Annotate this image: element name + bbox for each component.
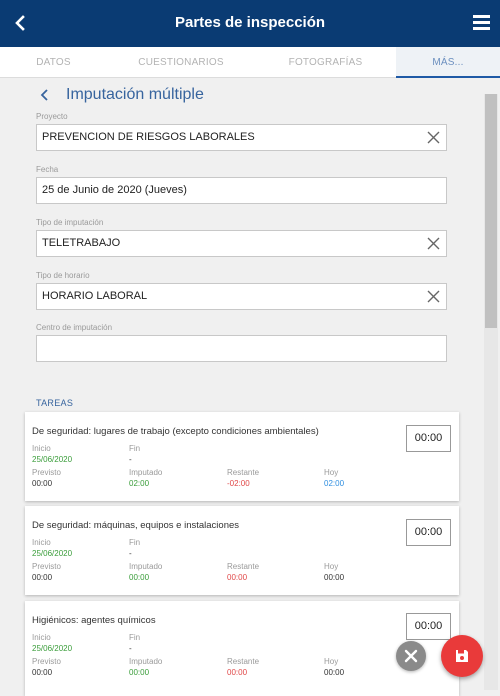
scrollbar[interactable] — [484, 94, 498, 690]
clear-icon[interactable] — [427, 237, 440, 250]
tab-mas[interactable]: MÁS... — [396, 47, 500, 78]
fin-value: - — [129, 549, 132, 558]
back-chevron-icon[interactable] — [40, 89, 50, 101]
inicio-value: 25/06/2020 — [32, 549, 73, 558]
hoy-label: Hoy — [324, 657, 339, 666]
app-title: Partes de inspección — [174, 14, 326, 31]
scrollbar-thumb[interactable] — [485, 94, 497, 328]
task-card[interactable]: De seguridad: máquinas, equipos e instal… — [25, 506, 459, 595]
fin-label: Fin — [129, 633, 141, 642]
clear-icon[interactable] — [427, 131, 440, 144]
task-card[interactable]: Higiénicos: agentes químicos 00:00 Inici… — [25, 601, 459, 696]
centro-label: Centro de imputación — [36, 323, 113, 332]
proyecto-label: Proyecto — [36, 112, 68, 121]
previsto-label: Previsto — [32, 657, 61, 666]
restante-value: 00:00 — [227, 573, 248, 582]
save-icon — [456, 650, 468, 662]
clear-icon[interactable] — [427, 290, 440, 303]
fecha-field[interactable]: 25 de Junio de 2020 (Jueves) — [36, 177, 447, 204]
inicio-label: Inicio — [32, 538, 51, 547]
fin-value: - — [129, 455, 132, 464]
hoy-value: 00:00 — [324, 573, 345, 582]
imputado-label: Imputado — [129, 468, 163, 477]
proyecto-value: PREVENCION DE RIESGOS LABORALES — [42, 131, 255, 143]
tipo-imputacion-value: TELETRABAJO — [42, 237, 121, 249]
tipo-horario-label: Tipo de horario — [36, 271, 90, 280]
app-bar: Partes de inspección — [0, 0, 500, 47]
task-title: Higiénicos: agentes químicos — [32, 615, 156, 626]
imputado-label: Imputado — [129, 657, 163, 666]
inicio-label: Inicio — [32, 444, 51, 453]
tipo-imputacion-label: Tipo de imputación — [36, 218, 104, 227]
previsto-value: 00:00 — [32, 573, 53, 582]
previsto-value: 00:00 — [32, 479, 53, 488]
tareas-section-title: TAREAS — [36, 398, 74, 408]
close-icon — [404, 649, 418, 663]
save-button[interactable] — [441, 635, 483, 677]
inicio-label: Inicio — [32, 633, 51, 642]
tipo-imputacion-field[interactable]: TELETRABAJO — [36, 230, 447, 257]
tipo-horario-value: HORARIO LABORAL — [42, 290, 148, 302]
hamburger-menu-icon[interactable] — [473, 15, 490, 30]
fin-label: Fin — [129, 538, 141, 547]
restante-label: Restante — [227, 562, 260, 571]
previsto-label: Previsto — [32, 468, 61, 477]
tab-cuestionarios[interactable]: CUESTIONARIOS — [107, 47, 255, 78]
tab-bar: DATOS CUESTIONARIOS FOTOGRAFÍAS MÁS... — [0, 47, 500, 78]
task-time-input[interactable]: 00:00 — [406, 425, 451, 452]
hoy-label: Hoy — [324, 468, 339, 477]
imputado-value: 00:00 — [129, 573, 150, 582]
inicio-value: 25/06/2020 — [32, 455, 73, 464]
fecha-value: 25 de Junio de 2020 (Jueves) — [42, 184, 187, 196]
restante-value: -02:00 — [227, 479, 250, 488]
hoy-label: Hoy — [324, 562, 339, 571]
hoy-value: 00:00 — [324, 668, 345, 677]
restante-value: 00:00 — [227, 668, 248, 677]
restante-label: Restante — [227, 468, 260, 477]
task-time-input[interactable]: 00:00 — [406, 519, 451, 546]
fin-value: - — [129, 644, 132, 653]
inicio-value: 25/06/2020 — [32, 644, 73, 653]
task-title: De seguridad: lugares de trabajo (except… — [32, 426, 319, 437]
task-card[interactable]: De seguridad: lugares de trabajo (except… — [25, 412, 459, 501]
imputado-label: Imputado — [129, 562, 163, 571]
page-title: Imputación múltiple — [66, 86, 204, 103]
cancel-button[interactable] — [396, 641, 426, 671]
restante-label: Restante — [227, 657, 260, 666]
fecha-label: Fecha — [36, 165, 59, 174]
previsto-value: 00:00 — [32, 668, 53, 677]
task-title: De seguridad: máquinas, equipos e instal… — [32, 520, 240, 531]
fin-label: Fin — [129, 444, 141, 453]
tab-datos[interactable]: DATOS — [0, 47, 107, 78]
previsto-label: Previsto — [32, 562, 61, 571]
imputado-value: 00:00 — [129, 668, 150, 677]
proyecto-field[interactable]: PREVENCION DE RIESGOS LABORALES — [36, 124, 447, 151]
hoy-value: 02:00 — [324, 479, 345, 488]
tab-fotografias[interactable]: FOTOGRAFÍAS — [255, 47, 396, 78]
centro-field[interactable] — [36, 335, 447, 362]
imputado-value: 02:00 — [129, 479, 150, 488]
tipo-horario-field[interactable]: HORARIO LABORAL — [36, 283, 447, 310]
